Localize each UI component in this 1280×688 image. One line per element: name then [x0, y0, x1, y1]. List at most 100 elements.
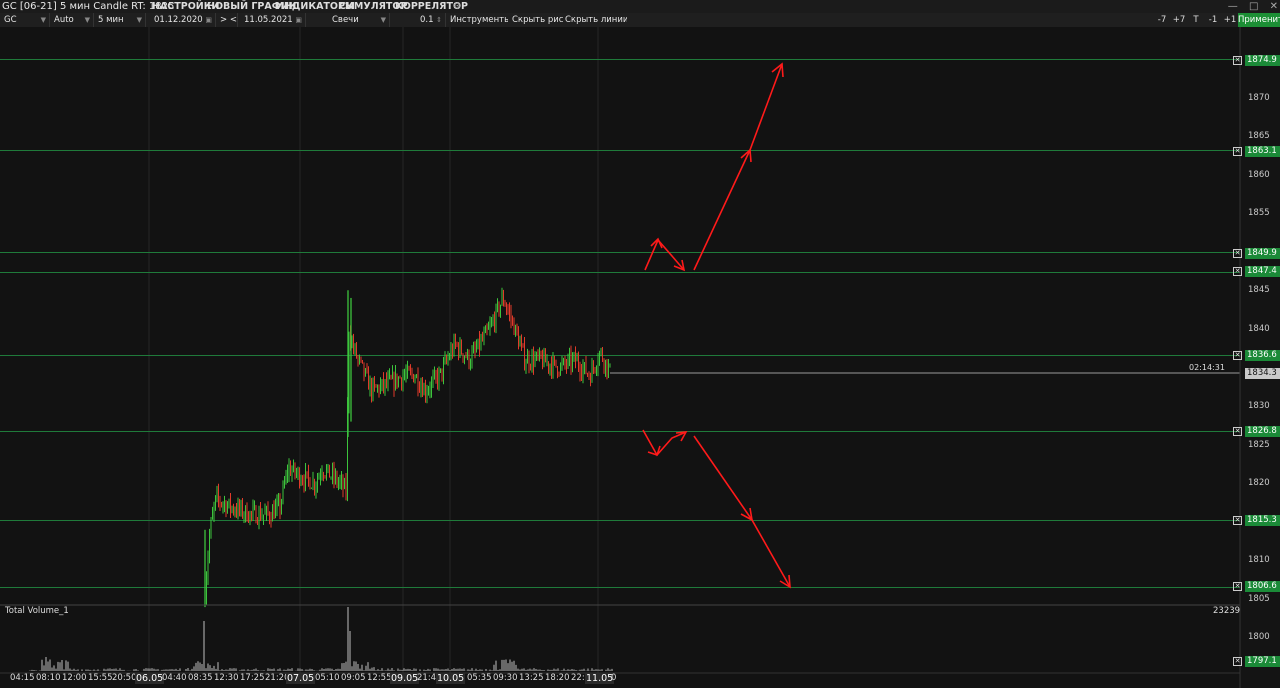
tick-size-field[interactable]: 0.1 ⇕ — [390, 13, 446, 27]
time-tick: 08:35 — [188, 673, 213, 683]
price-tick: 1840 — [1248, 324, 1270, 334]
date-tick: 07.05 — [286, 673, 316, 684]
window-controls: — □ ✕ — [1220, 0, 1278, 13]
chart-type-select[interactable]: Свечи ▼ — [306, 13, 390, 27]
time-tick: 12:30 — [214, 673, 239, 683]
date-from-field[interactable]: 01.12.2020 ▣ — [150, 13, 216, 27]
price-tick: 1805 — [1248, 594, 1270, 604]
level-badge[interactable]: 1847.4 — [1245, 266, 1280, 277]
date-to-field[interactable]: 11.05.2021 ▣ — [240, 13, 306, 27]
price-tick: 1860 — [1248, 170, 1270, 180]
price-tick: 1855 — [1248, 208, 1270, 218]
time-tick: 20:50 — [112, 673, 137, 683]
remove-level-icon[interactable]: ✕ — [1233, 516, 1242, 525]
level-badge[interactable]: 1797.1 — [1245, 656, 1280, 667]
price-tick: 1870 — [1248, 93, 1270, 103]
current-price-badge: 1834.3 — [1245, 368, 1280, 379]
date-tick: 06.05 — [135, 673, 165, 684]
remove-level-icon[interactable]: ✕ — [1233, 249, 1242, 258]
price-tick: 1845 — [1248, 285, 1270, 295]
time-tick: 12:55 — [367, 673, 392, 683]
shift-plus-1-button[interactable]: +1 — [1222, 13, 1238, 27]
level-badge[interactable]: 1826.8 — [1245, 426, 1280, 437]
time-tick: 12:00 — [62, 673, 87, 683]
symbol-select[interactable]: GC ▼ — [0, 13, 50, 27]
time-tick: 13:25 — [519, 673, 544, 683]
scale-select[interactable]: Auto ▼ — [50, 13, 94, 27]
shift-plus-7-button[interactable]: +7 — [1171, 13, 1187, 27]
date-tick: 11.05 — [585, 673, 615, 684]
price-chart[interactable] — [0, 27, 1280, 688]
time-axis: 04:15 08:10 12:00 15:55 20:50 06.05 04:4… — [0, 673, 1240, 688]
gear-icon[interactable]: ⚙ — [453, 0, 462, 13]
shift-minus-7-button[interactable]: -7 — [1154, 13, 1170, 27]
tools-button[interactable]: Инструменты — [446, 13, 508, 27]
minimize-icon[interactable]: — — [1228, 1, 1238, 12]
maximize-icon[interactable]: □ — [1249, 1, 1258, 12]
date-from-value: 01.12.2020 — [154, 15, 203, 25]
today-button[interactable]: T — [1189, 13, 1203, 27]
chevron-down-icon: ▼ — [380, 16, 386, 24]
hide-lines-button[interactable]: Скрыть линии — [561, 13, 627, 27]
symbol-value: GC — [4, 15, 17, 25]
time-tick: 09:30 — [493, 673, 518, 683]
timeframe-value: 5 мин — [98, 15, 124, 25]
spinner-icon: ⇕ — [436, 16, 442, 24]
time-tick: 18:20 — [545, 673, 570, 683]
time-tick: 08:10 — [36, 673, 61, 683]
chevron-down-icon: ▼ — [84, 16, 90, 24]
remove-level-icon[interactable]: ✕ — [1233, 351, 1242, 360]
remove-level-icon[interactable]: ✕ — [1233, 582, 1242, 591]
window-title: GC [06-21] 5 мин Candle RT: 1825 — [2, 1, 175, 12]
time-tick: 22: — [571, 673, 585, 683]
calendar-icon: ▣ — [295, 16, 302, 24]
time-tick: 04:15 — [10, 673, 35, 683]
date-tick: 10.05 — [436, 673, 466, 684]
hide-drawings-button[interactable]: Скрыть рис. — [508, 13, 564, 27]
volume-max-value: 23239 — [1213, 606, 1241, 616]
apply-button[interactable]: Применить — [1238, 13, 1280, 27]
scale-value: Auto — [54, 15, 74, 25]
nav-shift-button[interactable]: > < — [216, 13, 238, 27]
time-tick: 05:10 — [315, 673, 340, 683]
price-tick: 1820 — [1248, 478, 1270, 488]
level-badge[interactable]: 1863.1 — [1245, 146, 1280, 157]
time-tick: 17:25 — [240, 673, 265, 683]
price-tick: 1830 — [1248, 401, 1270, 411]
price-tick: 1865 — [1248, 131, 1270, 141]
timeframe-select[interactable]: 5 мин ▼ — [94, 13, 146, 27]
time-tick: 09:05 — [341, 673, 366, 683]
remove-level-icon[interactable]: ✕ — [1233, 56, 1242, 65]
time-tick: 21:4 — [417, 673, 437, 683]
remove-level-icon[interactable]: ✕ — [1233, 147, 1242, 156]
date-to-value: 11.05.2021 — [244, 15, 293, 25]
close-icon[interactable]: ✕ — [1270, 1, 1278, 12]
hide-drawings-label: Скрыть рис. — [512, 15, 564, 25]
shift-minus-1-button[interactable]: -1 — [1205, 13, 1221, 27]
chevron-down-icon: ▼ — [40, 16, 46, 24]
level-badge[interactable]: 1849.9 — [1245, 248, 1280, 259]
level-badge[interactable]: 1874.9 — [1245, 55, 1280, 66]
time-tick: 05:35 — [467, 673, 492, 683]
level-badge[interactable]: 1815.3 — [1245, 515, 1280, 526]
remove-level-icon[interactable]: ✕ — [1233, 657, 1242, 666]
tools-label: Инструменты — [450, 15, 508, 25]
level-badge[interactable]: 1806.6 — [1245, 581, 1280, 592]
price-tick: 1825 — [1248, 440, 1270, 450]
time-tick: 15:55 — [88, 673, 113, 683]
remove-level-icon[interactable]: ✕ — [1233, 427, 1242, 436]
chevron-down-icon: ▼ — [136, 16, 142, 24]
price-tick: 1800 — [1248, 632, 1270, 642]
time-tick: 04:40 — [162, 673, 187, 683]
date-tick: 09.05 — [390, 673, 420, 684]
tick-size-value: 0.1 — [420, 15, 434, 25]
chart-type-value: Свечи — [332, 15, 359, 25]
time-tick: 0 — [611, 673, 617, 683]
calendar-icon: ▣ — [205, 16, 212, 24]
volume-panel-label: Total Volume_1 — [5, 606, 69, 616]
chart-toolbar: GC ▼ Auto ▼ 5 мин ▼ 01.12.2020 ▣ > < 11.05.2… — [0, 13, 1280, 27]
price-tick: 1810 — [1248, 555, 1270, 565]
remove-level-icon[interactable]: ✕ — [1233, 267, 1242, 276]
level-badge[interactable]: 1836.6 — [1245, 350, 1280, 361]
bar-timer: 02:14:31 — [1189, 363, 1225, 372]
